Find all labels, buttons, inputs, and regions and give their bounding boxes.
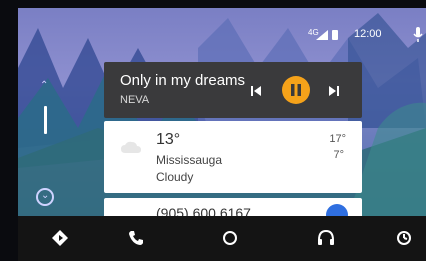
previous-track-icon[interactable] bbox=[250, 85, 262, 97]
navigation-icon[interactable] bbox=[50, 228, 70, 248]
overview-icon[interactable] bbox=[394, 228, 414, 248]
song-title: Only in my dreams bbox=[120, 72, 246, 89]
signal-badge: 4G bbox=[308, 28, 319, 37]
left-rail: ⌃ ⌄ bbox=[18, 8, 110, 216]
clock: 12:00 bbox=[354, 28, 382, 40]
rail-indicator bbox=[44, 106, 47, 134]
scroll-down-button[interactable]: ⌄ bbox=[36, 188, 54, 206]
home-icon[interactable] bbox=[220, 228, 240, 248]
scroll-up-icon[interactable]: ⌃ bbox=[40, 80, 48, 91]
cloud-icon bbox=[121, 141, 141, 153]
media-card[interactable]: Only in my dreams NEVA bbox=[104, 62, 362, 118]
location: Mississauga bbox=[156, 153, 223, 167]
artist-name: NEVA bbox=[120, 94, 150, 106]
microphone-icon[interactable] bbox=[413, 27, 423, 43]
temperature-high: 17° bbox=[329, 133, 346, 145]
battery-icon bbox=[332, 30, 338, 40]
temperature-low: 7° bbox=[333, 149, 344, 161]
temperature: 13° bbox=[156, 131, 181, 148]
chevron-down-icon: ⌄ bbox=[41, 190, 50, 201]
condition: Cloudy bbox=[156, 170, 194, 184]
headphones-icon[interactable] bbox=[316, 228, 336, 248]
pause-button[interactable] bbox=[282, 76, 310, 104]
weather-card[interactable]: 13° Mississauga Cloudy 17° 7° bbox=[104, 121, 362, 193]
pause-icon bbox=[291, 84, 301, 96]
bottom-navigation bbox=[18, 216, 426, 261]
phone-icon[interactable] bbox=[126, 228, 146, 248]
next-track-icon[interactable] bbox=[328, 85, 340, 97]
